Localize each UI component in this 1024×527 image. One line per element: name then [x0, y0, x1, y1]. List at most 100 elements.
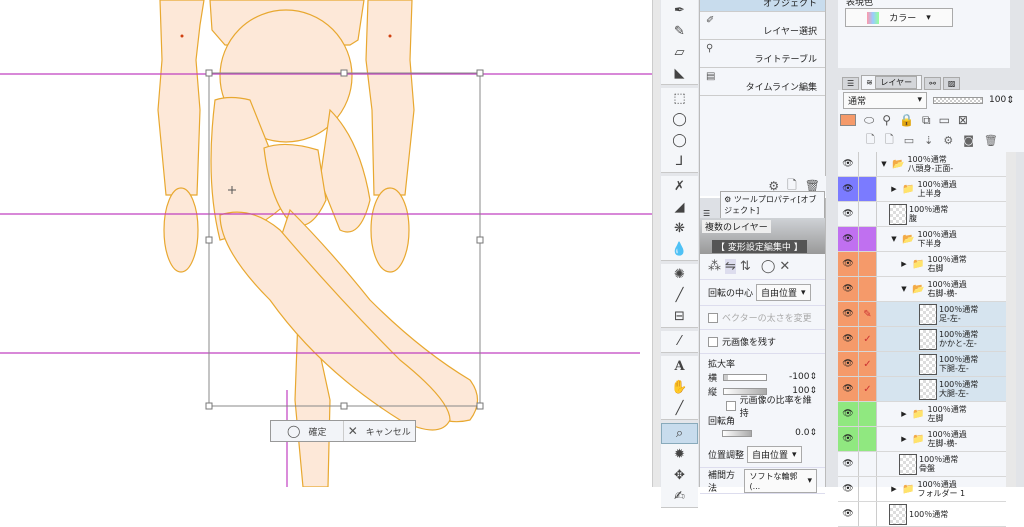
edit-target-mark[interactable]: ✓ [859, 377, 877, 401]
frame-icon[interactable]: ⊟ [661, 306, 698, 327]
edit-target-mark[interactable]: ✎ [859, 302, 877, 326]
ruler-icon[interactable]: ⁄ [661, 331, 698, 352]
lock-icon[interactable]: 🔒 [899, 113, 914, 127]
decoration-icon[interactable]: ❋ [661, 218, 698, 239]
eye-icon[interactable]: 👁 [838, 252, 859, 276]
vector-width-checkbox[interactable] [708, 312, 718, 323]
edit-target-mark[interactable]: ✓ [859, 327, 877, 351]
gradient-brush-icon[interactable]: ◢ [661, 197, 698, 218]
confirm-icon[interactable]: ◯ [761, 259, 776, 274]
tab-layer-property[interactable]: ⚯ [924, 77, 941, 90]
interp-select[interactable]: ソフトな輪郭(... ▾ [744, 468, 817, 493]
lasso-icon[interactable]: ◯ [661, 109, 698, 130]
pencil-icon[interactable]: ✎ [661, 21, 698, 42]
fill-corner-icon[interactable]: ◣ [661, 63, 698, 84]
eye-icon[interactable]: 👁 [838, 277, 859, 301]
layer-row[interactable]: 👁 ✓ 100％通常 大腿-左- [838, 377, 1006, 402]
edit-target-mark[interactable] [859, 252, 877, 276]
eye-icon[interactable]: 👁 [838, 352, 859, 376]
eyedropper-icon[interactable]: ╱ [661, 398, 698, 419]
expand-icon[interactable]: ▶ [899, 410, 909, 419]
eye-icon[interactable]: 👁 [838, 402, 859, 426]
free-transform-icon[interactable]: ⁂ [708, 259, 721, 274]
edit-target-mark[interactable] [859, 452, 877, 476]
edit-target-mark[interactable] [859, 402, 877, 426]
new-vector-layer-icon[interactable]: 🗋 [885, 131, 894, 150]
layer-row[interactable]: 👁 100％通常 [838, 502, 1006, 527]
angle-slider[interactable] [722, 429, 752, 437]
eraser-icon[interactable]: ▱ [661, 42, 698, 63]
layer-row[interactable]: 👁 ✓ 100％通常 かかと-左- [838, 327, 1006, 352]
layer-row[interactable]: 👁 ▶ 📁 100％通過 左脚-横- [838, 427, 1006, 452]
collapse-icon[interactable]: ▼ [879, 160, 889, 169]
edit-target-mark[interactable] [859, 502, 877, 526]
edit-target-mark[interactable] [859, 277, 877, 301]
horizontal-scale-value[interactable]: -100 [789, 372, 809, 382]
eye-icon[interactable]: 👁 [838, 202, 859, 226]
opacity-value[interactable]: 100 [989, 95, 1006, 105]
eye-icon[interactable]: 👁 [838, 177, 859, 201]
reference-icon[interactable]: ⚲ [882, 113, 891, 127]
airbrush-icon[interactable]: ✗ [661, 176, 698, 197]
panel-scrollbar[interactable] [826, 0, 838, 487]
line-icon[interactable]: ╱ [661, 285, 698, 306]
layer-row[interactable]: 👁 ✎ 100％通常 足-左- [838, 302, 1006, 327]
tab-layer[interactable]: ≋ レイヤー [861, 75, 923, 90]
edit-target-mark[interactable] [859, 152, 877, 176]
layer-row[interactable]: 👁 100％通常腹 [838, 202, 1006, 227]
expand-icon[interactable]: ▶ [899, 260, 909, 269]
layer-row[interactable]: 👁 ▶ 📁 100％通過 上半身 [838, 177, 1006, 202]
layer-row[interactable]: 👁 ✓ 100％通常 下腿-左- [838, 352, 1006, 377]
layer-row[interactable]: 👁 ▶ 📁 100％通常 左脚 [838, 402, 1006, 427]
object-icon[interactable]: ⌕ [661, 423, 698, 444]
eye-icon[interactable]: 👁 [838, 502, 859, 526]
lasso2-icon[interactable]: ◯ [661, 130, 698, 151]
rect-select-icon[interactable]: ⬚ [661, 88, 698, 109]
lock-transparency-icon[interactable]: ⧉ [922, 113, 931, 128]
eye-icon[interactable]: 👁 [838, 302, 859, 326]
expand-icon[interactable]: ▶ [899, 435, 909, 444]
eye-icon[interactable]: 👁 [838, 427, 859, 451]
cancel-icon[interactable]: ✕ [779, 259, 790, 274]
pen-icon[interactable]: ✒ [661, 0, 698, 21]
angle-value[interactable]: 0.0 [795, 428, 809, 438]
canvas-scrollbar[interactable] [652, 0, 660, 487]
subtool-object[interactable]: オブジェクト [700, 0, 825, 12]
keep-original-checkbox[interactable] [708, 336, 718, 347]
eye-icon[interactable]: 👁 [838, 227, 859, 251]
layer-scrollbar[interactable] [1006, 152, 1016, 487]
ruler-mask-icon[interactable]: ⊠ [958, 113, 968, 127]
delete-layer-icon[interactable]: 🗑 [984, 134, 998, 147]
expand-icon[interactable]: ▶ [889, 485, 899, 494]
blend-mode-select[interactable]: 通常 ▾ [843, 91, 927, 109]
eye-icon[interactable]: 👁 [838, 377, 859, 401]
subtool-timeline[interactable]: ▤ タイムライン編集 [700, 68, 825, 96]
tab-tool-property[interactable]: ⚙ ツールプロパティ[オブジェクト] [720, 191, 825, 218]
edit-target-mark[interactable] [859, 177, 877, 201]
edit-target-mark[interactable] [859, 202, 877, 226]
flip-horizontal-icon[interactable]: ⇋ [725, 259, 736, 274]
new-raster-layer-icon[interactable]: 🗋 [866, 131, 875, 150]
layer-row[interactable]: 👁 100％通常 骨盤 [838, 452, 1006, 477]
confirm-button[interactable]: ◯ 確定 [271, 421, 344, 441]
horizontal-scale-slider[interactable] [723, 373, 768, 381]
expand-icon[interactable]: ▶ [889, 185, 899, 194]
collapse-icon[interactable]: ▼ [899, 285, 909, 294]
menu-icon[interactable]: ☰ [703, 209, 710, 218]
clipping-icon[interactable]: ⬭ [864, 113, 874, 128]
tab-navigator[interactable]: ▨ [942, 77, 961, 90]
eye-icon[interactable]: 👁 [838, 152, 859, 176]
collapse-icon[interactable]: ▼ [889, 235, 899, 244]
eye-icon[interactable]: 👁 [838, 327, 859, 351]
cancel-button[interactable]: ✕ キャンセル [344, 421, 416, 441]
mask-icon[interactable]: ▭ [939, 113, 950, 127]
correction-icon[interactable]: ✍ [661, 486, 698, 507]
layer-row[interactable]: 👁 ▼ 📂 100％通常 八頭身-正面- [838, 152, 1006, 177]
sparkle-icon[interactable]: ✺ [661, 264, 698, 285]
menu-icon[interactable]: ☰ [842, 77, 860, 90]
move-icon[interactable]: ✥ [661, 465, 698, 486]
transfer-icon[interactable]: ⚙ [943, 134, 953, 147]
subtool-light-table[interactable]: ⚲ ライトテーブル [700, 40, 825, 68]
layer-row[interactable]: 👁 ▼ 📂 100％通過 右脚-横- [838, 277, 1006, 302]
color-mode-select[interactable]: カラー ▾ [845, 8, 953, 27]
